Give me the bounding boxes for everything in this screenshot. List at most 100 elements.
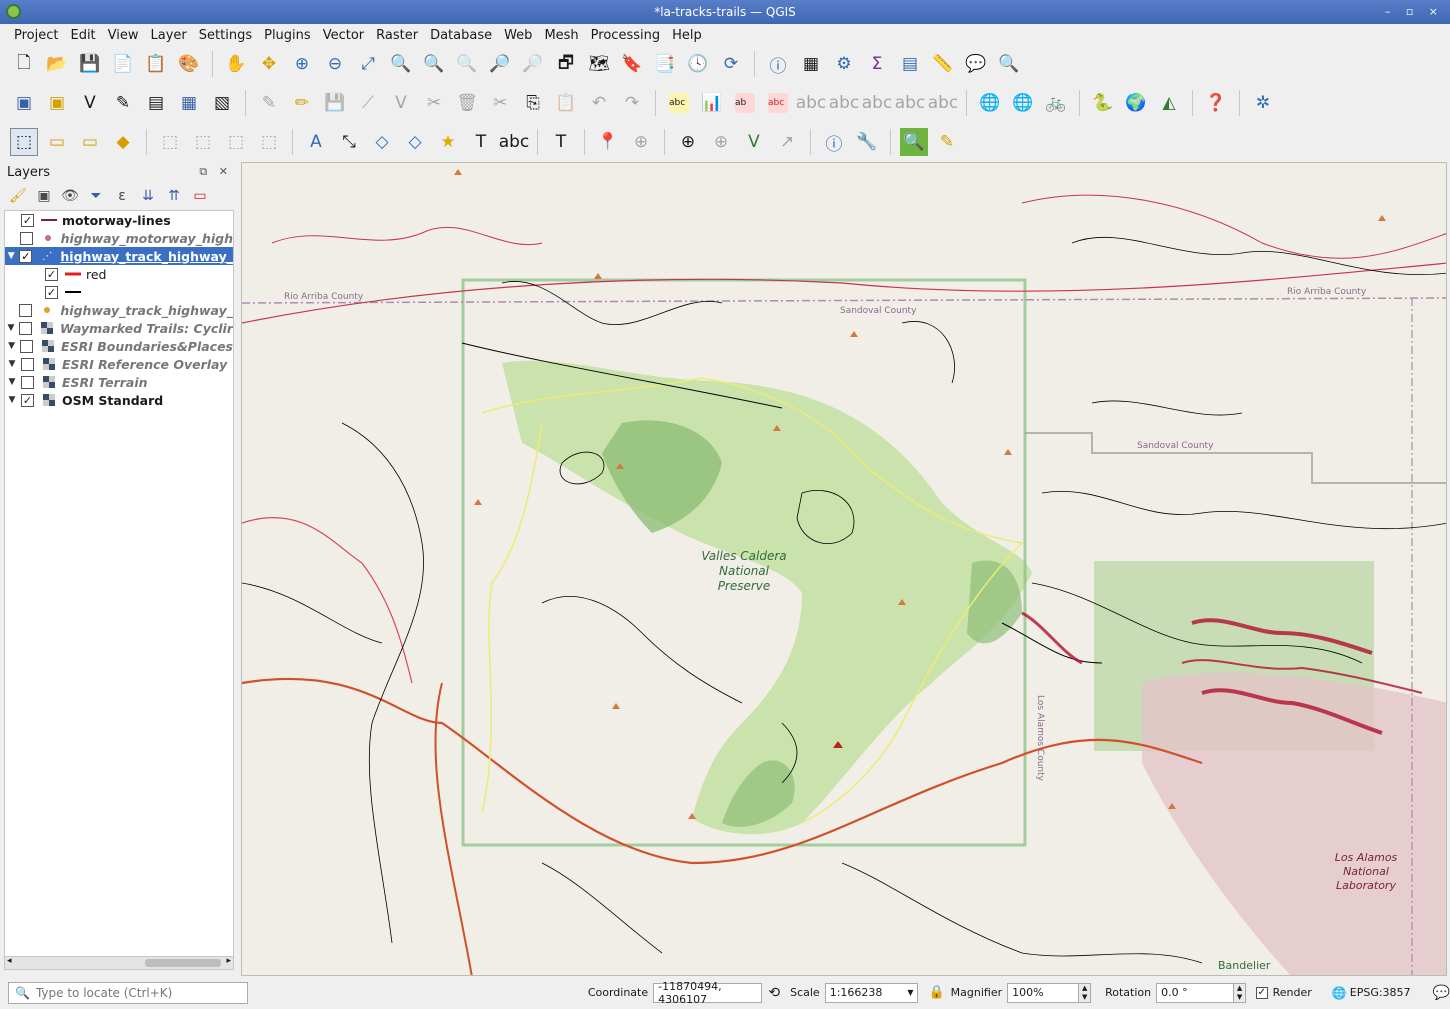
show-bookmarks-icon[interactable]: 📑: [651, 50, 679, 78]
magnifier-field[interactable]: 100%: [1007, 982, 1080, 1003]
star-annotation-icon[interactable]: ★: [434, 128, 462, 156]
layer-row-highway-motorway[interactable]: highway_motorway_high: [5, 229, 233, 247]
layer-row-esri-terrain[interactable]: ▼ ESRI Terrain: [5, 373, 233, 391]
python-console-icon[interactable]: 🐍: [1089, 89, 1117, 117]
quickmapservices-icon[interactable]: 🌍: [1122, 89, 1150, 117]
move-annotation-icon[interactable]: ⊕: [707, 128, 735, 156]
save-project-icon[interactable]: 💾: [76, 50, 104, 78]
gps-tools-icon[interactable]: 🚲: [1042, 89, 1070, 117]
new-virtual-layer-icon[interactable]: ▤: [142, 89, 170, 117]
open-attribute-table-icon[interactable]: ▦: [797, 50, 825, 78]
scale-combo[interactable]: 1:166238 ▼: [824, 982, 919, 1003]
layer-diagram-options-icon[interactable]: 📊: [698, 89, 726, 117]
zoom-to-selection-icon[interactable]: 🔍: [387, 50, 415, 78]
zoom-last-icon[interactable]: 🔎: [486, 50, 514, 78]
vertex-editor-icon[interactable]: V: [740, 128, 768, 156]
menu-project[interactable]: Project: [8, 28, 64, 43]
layer-row-motorway-lines[interactable]: ✓ motorway-lines: [5, 211, 233, 229]
filter-legend-icon[interactable]: ⏷: [86, 188, 106, 204]
refresh-icon[interactable]: ⟳: [717, 50, 745, 78]
save-layer-edits-icon[interactable]: 💾: [321, 89, 349, 117]
rotation-field[interactable]: 0.0 °: [1156, 982, 1235, 1003]
temporal-controller-icon[interactable]: 🕓: [684, 50, 712, 78]
paste-features-icon[interactable]: 📋: [552, 89, 580, 117]
text-annotation-icon[interactable]: A: [302, 128, 330, 156]
menu-plugins[interactable]: Plugins: [258, 28, 317, 43]
lock-scale-icon[interactable]: 🔒: [928, 985, 944, 1000]
show-hide-labels-icon[interactable]: abc: [796, 89, 827, 117]
info-icon[interactable]: ⓘ: [820, 128, 848, 156]
redo-icon[interactable]: ↷: [618, 89, 646, 117]
digitize-icon[interactable]: ✎: [109, 89, 137, 117]
layer-visibility-checkbox[interactable]: [19, 321, 32, 335]
layer-visibility-checkbox[interactable]: [19, 231, 33, 245]
menu-mesh[interactable]: Mesh: [538, 28, 584, 43]
layer-visibility-checkbox[interactable]: [20, 339, 34, 353]
map-canvas[interactable]: Rio Arriba County Rio Arriba County Sand…: [241, 162, 1447, 976]
open-project-icon[interactable]: 📂: [43, 50, 71, 78]
zoom-next-icon[interactable]: 🔎: [519, 50, 547, 78]
layer-visibility-checkbox[interactable]: [21, 375, 34, 389]
legend-row-black[interactable]: ✓: [5, 283, 233, 301]
select-by-location-icon[interactable]: ◆: [109, 128, 137, 156]
menu-layer[interactable]: Layer: [145, 28, 193, 43]
collapse-arrow-icon[interactable]: ▼: [5, 359, 19, 369]
scrollbar-thumb[interactable]: [145, 959, 221, 967]
pin-unpin-labels-icon[interactable]: abc: [764, 89, 792, 117]
zoom-native-resolution-icon[interactable]: 🔍: [453, 50, 481, 78]
legend-row-red[interactable]: ✓ red: [5, 265, 233, 283]
highlight-pinned-labels-icon[interactable]: ab: [731, 89, 759, 117]
menu-edit[interactable]: Edit: [64, 28, 101, 43]
layer-visibility-checkbox[interactable]: ✓: [21, 213, 34, 227]
layer-visibility-checkbox[interactable]: [19, 303, 33, 317]
label-properties-icon[interactable]: abc: [928, 89, 959, 117]
html-annotation-icon[interactable]: T: [547, 128, 575, 156]
crs-label[interactable]: EPSG:3857: [1350, 986, 1411, 999]
rotate-label-icon[interactable]: abc: [862, 89, 893, 117]
collapse-arrow-icon[interactable]: ▼: [5, 395, 19, 405]
select-by-value-icon[interactable]: ▭: [43, 128, 71, 156]
pin-icon[interactable]: 📍: [594, 128, 622, 156]
advanced-digitizing-icon[interactable]: ⬚: [156, 128, 184, 156]
polygon-annotation-icon[interactable]: ◇: [368, 128, 396, 156]
collapse-arrow-icon[interactable]: ▼: [5, 377, 19, 387]
menu-help[interactable]: Help: [666, 28, 708, 43]
toggle-editing-icon[interactable]: ✏: [288, 89, 316, 117]
new-map-view-icon[interactable]: 🗗: [552, 50, 580, 78]
menu-database[interactable]: Database: [424, 28, 498, 43]
messages-icon[interactable]: 💬: [1433, 985, 1450, 1001]
remove-layer-icon[interactable]: ▭: [190, 188, 210, 204]
layer-row-osm-standard[interactable]: ▼ ✓ OSM Standard: [5, 391, 233, 409]
measure-line-icon[interactable]: 📏: [929, 50, 957, 78]
pan-to-selection-icon[interactable]: ✥: [255, 50, 283, 78]
layer-visibility-checkbox[interactable]: [21, 357, 34, 371]
zoom-out-icon[interactable]: ⊖: [321, 50, 349, 78]
show-layout-manager-icon[interactable]: 📋: [142, 50, 170, 78]
magnifier-spinner[interactable]: ▲ ▼: [1079, 982, 1092, 1003]
identify-features-icon[interactable]: ⓘ: [764, 50, 792, 78]
layer-row-esri-boundaries[interactable]: ▼ ESRI Boundaries&Places: [5, 337, 233, 355]
new-geopackage-layer-icon[interactable]: ▣: [43, 89, 71, 117]
change-label-icon[interactable]: abc: [895, 89, 926, 117]
render-checkbox[interactable]: ✓: [1255, 986, 1268, 999]
layer-row-esri-reference[interactable]: ▼ ESRI Reference Overlay: [5, 355, 233, 373]
wrench-icon[interactable]: 🔧: [853, 128, 881, 156]
georeferencer-icon[interactable]: ◭: [1155, 89, 1183, 117]
new-project-icon[interactable]: 🗋: [10, 50, 38, 78]
open-layer-styling-icon[interactable]: 🖌: [8, 188, 28, 204]
crosshair-icon[interactable]: ⊕: [627, 128, 655, 156]
merge-features-icon[interactable]: ⬚: [255, 128, 283, 156]
menu-view[interactable]: View: [102, 28, 145, 43]
snapping-icon[interactable]: ⊕: [674, 128, 702, 156]
copy-features-icon[interactable]: ⎘: [519, 89, 547, 117]
scroll-left-icon[interactable]: ◂: [7, 956, 12, 966]
zoom-to-layer-icon[interactable]: 🔍: [420, 50, 448, 78]
toggle-extents-icon[interactable]: ⟲: [768, 985, 780, 1001]
window-controls[interactable]: – ▫ ×: [1385, 0, 1444, 24]
annotation-tool-icon[interactable]: 🔍: [995, 50, 1023, 78]
add-group-icon[interactable]: ▣: [34, 188, 54, 204]
map-tips-icon[interactable]: 💬: [962, 50, 990, 78]
digitize-with-segment-icon[interactable]: ⟋: [354, 89, 382, 117]
current-edits-icon[interactable]: ✎: [255, 89, 283, 117]
menu-settings[interactable]: Settings: [193, 28, 258, 43]
